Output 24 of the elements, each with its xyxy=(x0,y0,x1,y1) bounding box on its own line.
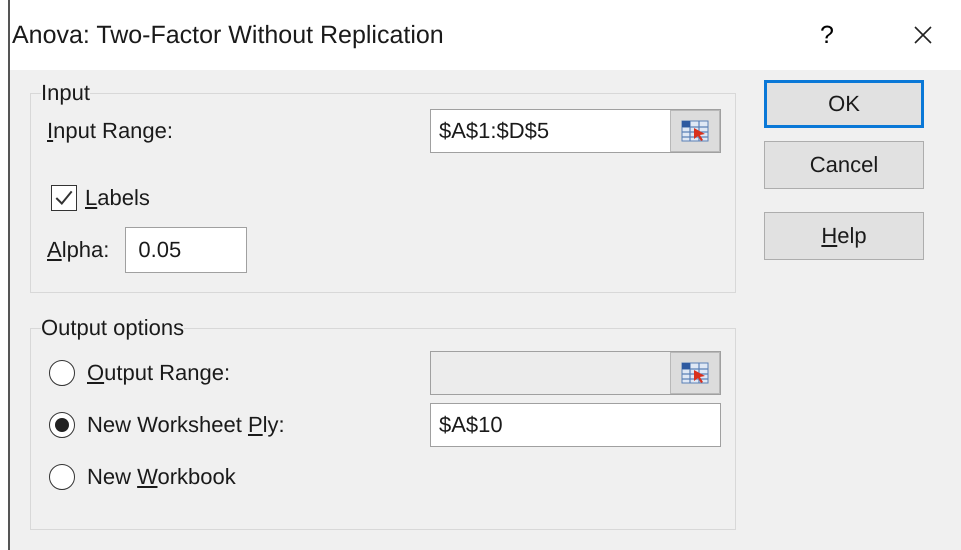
grid-arrow-icon xyxy=(681,361,709,385)
radio-label: New Worksheet Ply: xyxy=(87,412,286,438)
close-icon xyxy=(913,25,933,45)
radio-button[interactable] xyxy=(49,360,75,386)
input-field[interactable]: $A$1:$D$5 xyxy=(430,109,721,153)
input-field[interactable]: $A$10 xyxy=(430,403,721,447)
radio-label: Output Range: xyxy=(87,360,232,386)
radio-button[interactable] xyxy=(49,464,75,490)
checkbox[interactable] xyxy=(51,185,77,211)
range-picker-button[interactable] xyxy=(670,110,720,152)
dialog-button[interactable]: OK xyxy=(764,80,924,128)
field-label: Input Range: xyxy=(46,118,174,144)
input-field[interactable]: 0.05 xyxy=(125,227,248,273)
group-title: Output options xyxy=(41,315,184,341)
checkbox-label: Labels xyxy=(85,185,150,211)
dialog-button[interactable]: Cancel xyxy=(764,141,924,189)
radio-label: New Workbook xyxy=(87,464,237,490)
help-button[interactable]: ? xyxy=(807,20,847,50)
dialog-button[interactable]: Help xyxy=(764,212,924,260)
group-title: Input xyxy=(41,80,90,106)
radio-button[interactable] xyxy=(49,412,75,438)
window-title: Anova: Two-Factor Without Replication xyxy=(11,20,445,50)
grid-arrow-icon xyxy=(681,119,709,143)
field-label: Alpha: xyxy=(47,237,110,263)
